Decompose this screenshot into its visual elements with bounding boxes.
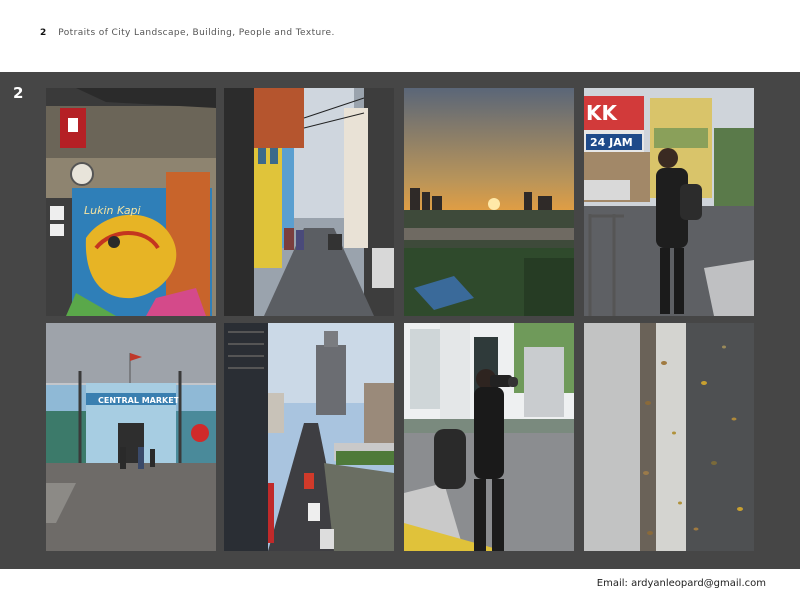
page-header: 2 Potraits of City Landscape, Building, …	[40, 26, 335, 40]
billboard-sub-text: 24 JAM	[590, 136, 633, 149]
mural-text: Lukin Kapi	[84, 204, 141, 217]
photo-photographer[interactable]	[404, 323, 574, 551]
photo-street-mural[interactable]: Lukin Kapi	[46, 88, 216, 316]
sunset-skyline-image	[404, 88, 574, 316]
photo-city-traffic[interactable]	[224, 323, 394, 551]
market-sign-text: CENTRAL MARKET	[98, 396, 180, 405]
photo-central-market[interactable]: CENTRAL MARKET	[46, 323, 216, 551]
central-market-image: CENTRAL MARKET	[46, 323, 216, 551]
billboard-text: KK	[586, 101, 618, 125]
texture-image	[584, 323, 754, 551]
colorful-street-image	[224, 88, 394, 316]
photo-street-person[interactable]: KK 24 JAM	[584, 88, 754, 316]
photo-colorful-street[interactable]	[224, 88, 394, 316]
photographer-image	[404, 323, 574, 551]
city-traffic-image	[224, 323, 394, 551]
street-person-image: KK 24 JAM	[584, 88, 754, 316]
panel-number: 2	[13, 84, 24, 102]
page-number: 2	[40, 28, 47, 38]
page-title: Potraits of City Landscape, Building, Pe…	[58, 28, 335, 38]
footer-email[interactable]: Email: ardyanleopard@gmail.com	[597, 578, 766, 589]
photo-texture[interactable]	[584, 323, 754, 551]
street-mural-image: Lukin Kapi	[46, 88, 216, 316]
photo-sunset-skyline[interactable]	[404, 88, 574, 316]
